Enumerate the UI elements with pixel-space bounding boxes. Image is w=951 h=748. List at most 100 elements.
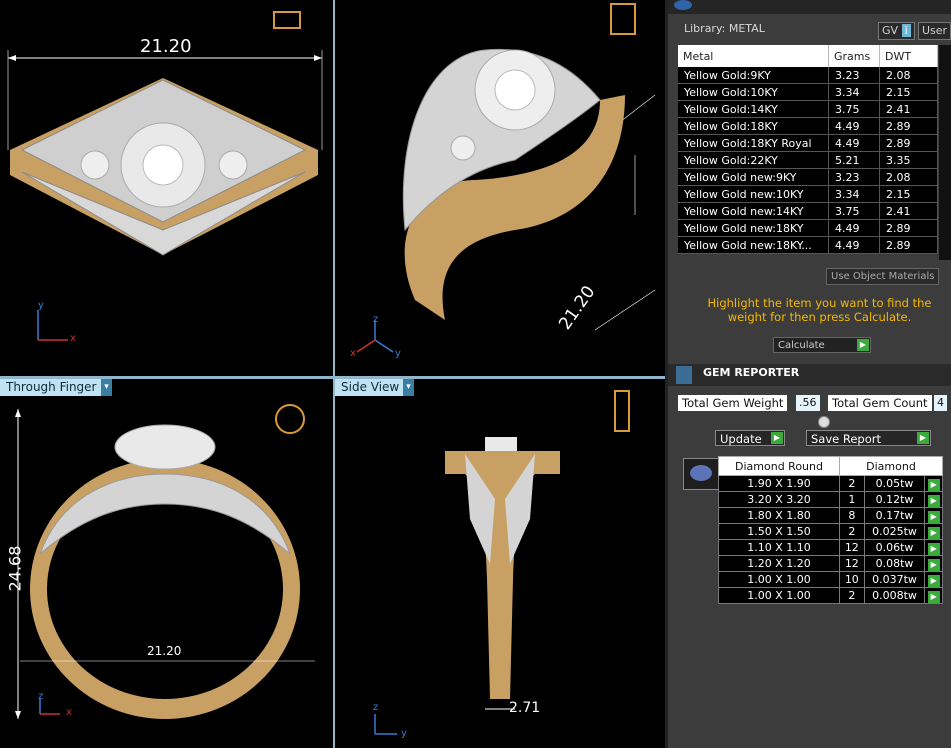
axis-x-label: x — [70, 333, 76, 344]
size-cell: 3.20 X 3.20 — [718, 491, 840, 508]
grams-cell: 4.49 — [828, 219, 880, 237]
size-cell: 1.00 X 1.00 — [718, 571, 840, 588]
globe-icon[interactable] — [674, 0, 692, 10]
size-cell: 1.50 X 1.50 — [718, 523, 840, 540]
save-report-button[interactable]: Save Report ▶ — [806, 430, 931, 446]
weight-cell: 0.037tw — [863, 571, 926, 588]
table-row[interactable]: Yellow Gold new:18KY... 4.49 2.89 — [678, 236, 938, 254]
viewport-side-view[interactable]: Side View ▾ 2.71 z y — [335, 379, 665, 748]
play-icon[interactable]: ▶ — [927, 526, 940, 539]
table-row[interactable]: 1.00 X 1.00 2 0.008tw ▶ — [718, 587, 943, 604]
ring-perspective-render — [356, 3, 656, 353]
count-cell: 1 — [839, 491, 865, 508]
metal-cell: Yellow Gold:9KY — [678, 67, 829, 84]
col-diamond-round[interactable]: Diamond Round — [718, 456, 840, 476]
count-cell: 2 — [839, 587, 865, 604]
count-cell: 12 — [839, 555, 865, 572]
count-cell: 12 — [839, 539, 865, 556]
total-gem-count-value: 4 — [934, 395, 947, 411]
table-row[interactable]: 1.10 X 1.10 12 0.06tw ▶ — [718, 539, 943, 556]
metal-cell: Yellow Gold:22KY — [678, 151, 829, 169]
update-button[interactable]: Update ▶ — [715, 430, 785, 446]
table-row[interactable]: Yellow Gold new:18KY 4.49 2.89 — [678, 219, 938, 237]
user-button[interactable]: User — [918, 22, 951, 40]
size-cell: 1.20 X 1.20 — [718, 555, 840, 572]
ring-finger-render — [15, 404, 315, 719]
table-row[interactable]: Yellow Gold new:10KY 3.34 2.15 — [678, 185, 938, 203]
viewport-top[interactable]: 21.20 y x — [0, 0, 333, 376]
top-width-dimension: 21.20 — [140, 36, 192, 57]
play-icon: ▶ — [917, 432, 929, 444]
axis-x-label: x — [66, 707, 72, 718]
viewport-perspective[interactable]: 21.20 z x y — [335, 0, 665, 376]
dwt-cell: 2.89 — [879, 219, 938, 237]
grams-cell: 4.49 — [828, 134, 880, 152]
dwt-cell: 3.35 — [879, 151, 938, 169]
gv-button[interactable]: GV i — [878, 22, 915, 40]
table-row[interactable]: Yellow Gold:18KY 4.49 2.89 — [678, 117, 938, 135]
panel-top-strip — [668, 0, 951, 14]
table-row[interactable]: Yellow Gold new:14KY 3.75 2.41 — [678, 202, 938, 220]
splitter-handle[interactable] — [818, 416, 830, 428]
dwt-cell: 2.15 — [879, 83, 938, 101]
play-icon[interactable]: ▶ — [927, 574, 940, 587]
axis-z-label: z — [38, 691, 44, 702]
finger-height-dimension: 24.68 — [5, 545, 25, 592]
play-icon[interactable]: ▶ — [927, 494, 940, 507]
table-row[interactable]: Yellow Gold:18KY Royal 4.49 2.89 — [678, 134, 938, 152]
dwt-cell: 2.89 — [879, 236, 938, 254]
table-row[interactable]: 1.50 X 1.50 2 0.025tw ▶ — [718, 523, 943, 540]
use-object-materials-button[interactable]: Use Object Materials — [826, 268, 940, 285]
col-dwt[interactable]: DWT — [879, 45, 938, 67]
table-row[interactable]: 3.20 X 3.20 1 0.12tw ▶ — [718, 491, 943, 508]
calculator-icon — [676, 366, 692, 384]
grams-cell: 5.21 — [828, 151, 880, 169]
dwt-cell: 2.89 — [879, 134, 938, 152]
grams-cell: 3.75 — [828, 202, 880, 220]
metal-cell: Yellow Gold:10KY — [678, 83, 829, 101]
play-icon[interactable]: ▶ — [927, 542, 940, 555]
play-icon[interactable]: ▶ — [927, 478, 940, 491]
metal-scrollbar[interactable] — [939, 45, 951, 260]
play-icon[interactable]: ▶ — [927, 558, 940, 571]
metal-cell: Yellow Gold new:9KY — [678, 168, 829, 186]
play-icon[interactable]: ▶ — [927, 510, 940, 523]
calculate-button[interactable]: Calculate ▶ — [773, 337, 871, 353]
table-row[interactable]: Yellow Gold:10KY 3.34 2.15 — [678, 83, 938, 101]
table-row[interactable]: Yellow Gold:22KY 5.21 3.35 — [678, 151, 938, 169]
axis-y-label: y — [401, 728, 407, 739]
table-row[interactable]: 1.90 X 1.90 2 0.05tw ▶ — [718, 475, 943, 492]
axis-z-label: z — [373, 702, 379, 713]
axis-y-label: y — [38, 300, 44, 311]
count-cell: 10 — [839, 571, 865, 588]
col-grams[interactable]: Grams — [828, 45, 880, 67]
table-row[interactable]: 1.00 X 1.00 10 0.037tw ▶ — [718, 571, 943, 588]
metal-cell: Yellow Gold:14KY — [678, 100, 829, 118]
metal-cell: Yellow Gold:18KY Royal — [678, 134, 829, 152]
viewport-through-finger[interactable]: Through Finger ▾ 24.68 21.20 z x — [0, 379, 333, 748]
axis-z-label: z — [373, 314, 379, 325]
weight-cell: 0.05tw — [863, 475, 926, 492]
table-row[interactable]: 1.80 X 1.80 8 0.17tw ▶ — [718, 507, 943, 524]
col-metal[interactable]: Metal — [678, 45, 829, 67]
row-action-cell: ▶ — [924, 523, 943, 540]
gem-reporter-title: GEM REPORTER — [703, 366, 800, 379]
row-action-cell: ▶ — [924, 539, 943, 556]
row-action-cell: ▶ — [924, 491, 943, 508]
metal-cell: Yellow Gold new:10KY — [678, 185, 829, 203]
ring-side-render — [374, 390, 630, 735]
table-row[interactable]: Yellow Gold:14KY 3.75 2.41 — [678, 100, 938, 118]
size-cell: 1.10 X 1.10 — [718, 539, 840, 556]
row-action-cell: ▶ — [924, 507, 943, 524]
play-icon: ▶ — [857, 339, 869, 351]
col-diamond[interactable]: Diamond — [839, 456, 943, 476]
table-row[interactable]: Yellow Gold:9KY 3.23 2.08 — [678, 67, 938, 84]
dwt-cell: 2.08 — [879, 67, 938, 84]
table-row[interactable]: 1.20 X 1.20 12 0.08tw ▶ — [718, 555, 943, 572]
table-row[interactable]: Yellow Gold new:9KY 3.23 2.08 — [678, 168, 938, 186]
grams-cell: 4.49 — [828, 236, 880, 254]
axis-x-label: x — [350, 348, 356, 359]
metal-cell: Yellow Gold new:18KY — [678, 219, 829, 237]
weight-cell: 0.08tw — [863, 555, 926, 572]
play-icon[interactable]: ▶ — [927, 590, 940, 603]
